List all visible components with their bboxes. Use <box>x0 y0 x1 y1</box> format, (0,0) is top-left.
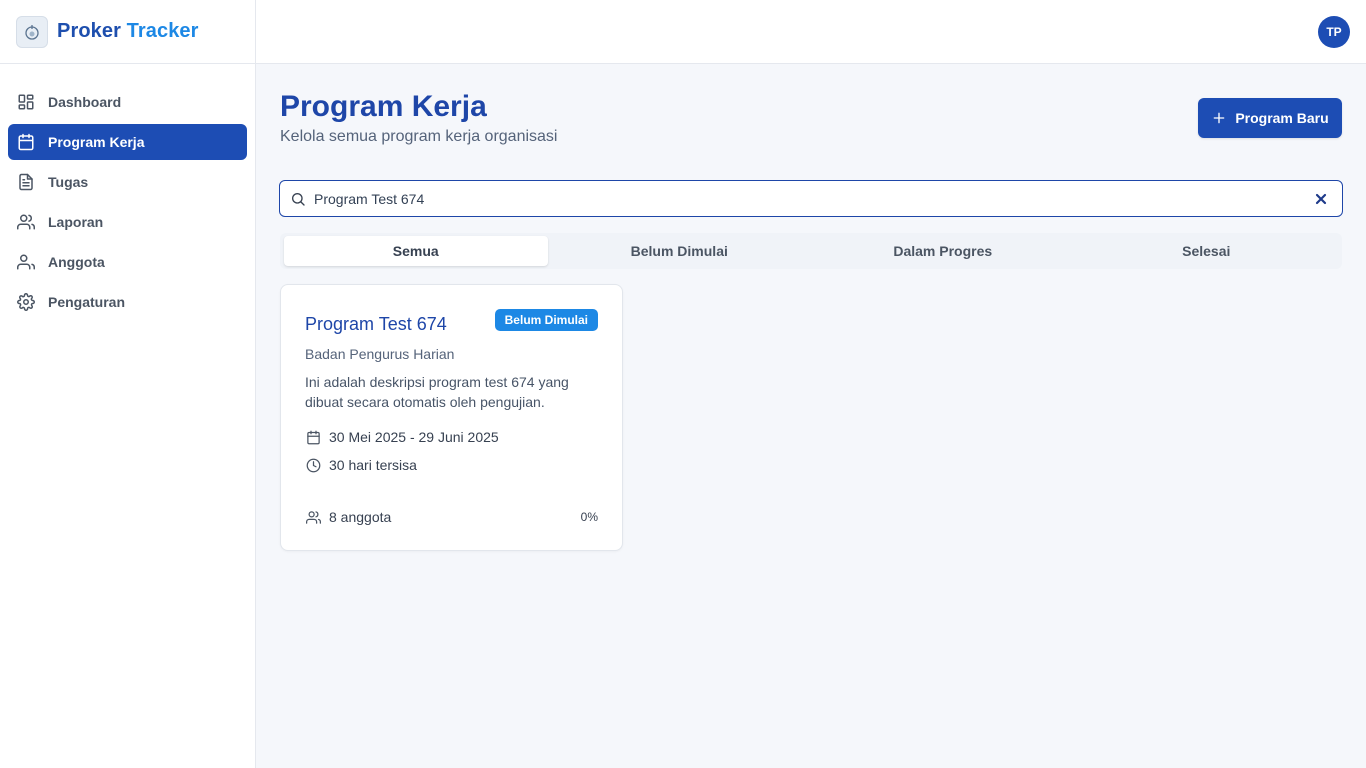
gear-icon <box>16 292 36 312</box>
remaining-text: 30 hari tersisa <box>329 457 417 473</box>
members-text: 8 anggota <box>329 509 392 525</box>
tab-selesai[interactable]: Selesai <box>1075 236 1339 266</box>
dashboard-icon <box>16 92 36 112</box>
tab-belum-dimulai[interactable]: Belum Dimulai <box>548 236 812 266</box>
tab-dalam-progres[interactable]: Dalam Progres <box>811 236 1075 266</box>
plus-icon <box>1211 110 1227 126</box>
new-program-label: Program Baru <box>1235 110 1329 126</box>
clock-icon <box>305 457 321 473</box>
brand-title-main: Proker <box>57 20 121 42</box>
sidebar-item-pengaturan[interactable]: Pengaturan <box>8 284 247 320</box>
program-title: Program Test 674 <box>305 314 447 334</box>
status-badge: Belum Dimulai <box>494 309 598 331</box>
tab-semua[interactable]: Semua <box>284 236 548 266</box>
program-members: 8 anggota <box>305 509 391 525</box>
sidebar-item-tugas[interactable]: Tugas <box>8 164 247 200</box>
main-content: Program Kerja Kelola semua program kerja… <box>256 64 1366 768</box>
program-remaining: 30 hari tersisa <box>305 457 417 473</box>
program-organization: Badan Pengurus Harian <box>305 346 455 362</box>
users-icon <box>16 212 36 232</box>
search-box <box>279 180 1343 217</box>
sidebar-item-laporan[interactable]: Laporan <box>8 204 247 240</box>
program-description: Ini adalah deskripsi program test 674 ya… <box>305 374 569 410</box>
users-icon <box>305 509 321 525</box>
avatar[interactable]: TP <box>1318 16 1350 48</box>
sidebar-item-label: Anggota <box>48 254 105 270</box>
sidebar-item-dashboard[interactable]: Dashboard <box>8 84 247 120</box>
page-subtitle: Kelola semua program kerja organisasi <box>280 128 558 145</box>
logo-icon <box>16 15 48 48</box>
date-range-text: 30 Mei 2025 - 29 Juni 2025 <box>329 429 499 445</box>
search-icon <box>290 191 306 207</box>
brand-title-accent: Tracker <box>126 20 199 42</box>
new-program-button[interactable]: Program Baru <box>1198 98 1342 138</box>
sidebar-item-anggota[interactable]: Anggota <box>8 244 247 280</box>
file-icon <box>16 172 36 192</box>
page-title: Program Kerja <box>280 90 487 123</box>
sidebar: Proker Tracker Dashboard Program Kerja T… <box>0 0 256 768</box>
brand-title: Proker Tracker <box>57 20 199 43</box>
sidebar-item-label: Laporan <box>48 214 104 230</box>
sidebar-item-label: Pengaturan <box>48 294 126 310</box>
sidebar-item-label: Tugas <box>48 174 89 190</box>
sidebar-nav: Dashboard Program Kerja Tugas Laporan An… <box>0 64 255 320</box>
program-card[interactable]: Program Test 674 Belum Dimulai Badan Pen… <box>280 284 623 551</box>
calendar-icon <box>305 429 321 445</box>
brand[interactable]: Proker Tracker <box>0 0 255 64</box>
sidebar-item-label: Dashboard <box>48 94 122 110</box>
clear-search-icon[interactable] <box>1314 192 1328 206</box>
user-icon <box>16 252 36 272</box>
calendar-icon <box>16 132 36 152</box>
search-input[interactable] <box>314 190 1274 207</box>
program-date: 30 Mei 2025 - 29 Juni 2025 <box>305 429 499 445</box>
sidebar-item-program-kerja[interactable]: Program Kerja <box>8 124 247 160</box>
status-tabs: Semua Belum Dimulai Dalam Progres Selesa… <box>280 233 1342 269</box>
sidebar-item-label: Program Kerja <box>48 134 145 150</box>
progress-percent: 0% <box>580 510 598 524</box>
top-bar: TP <box>256 0 1366 64</box>
